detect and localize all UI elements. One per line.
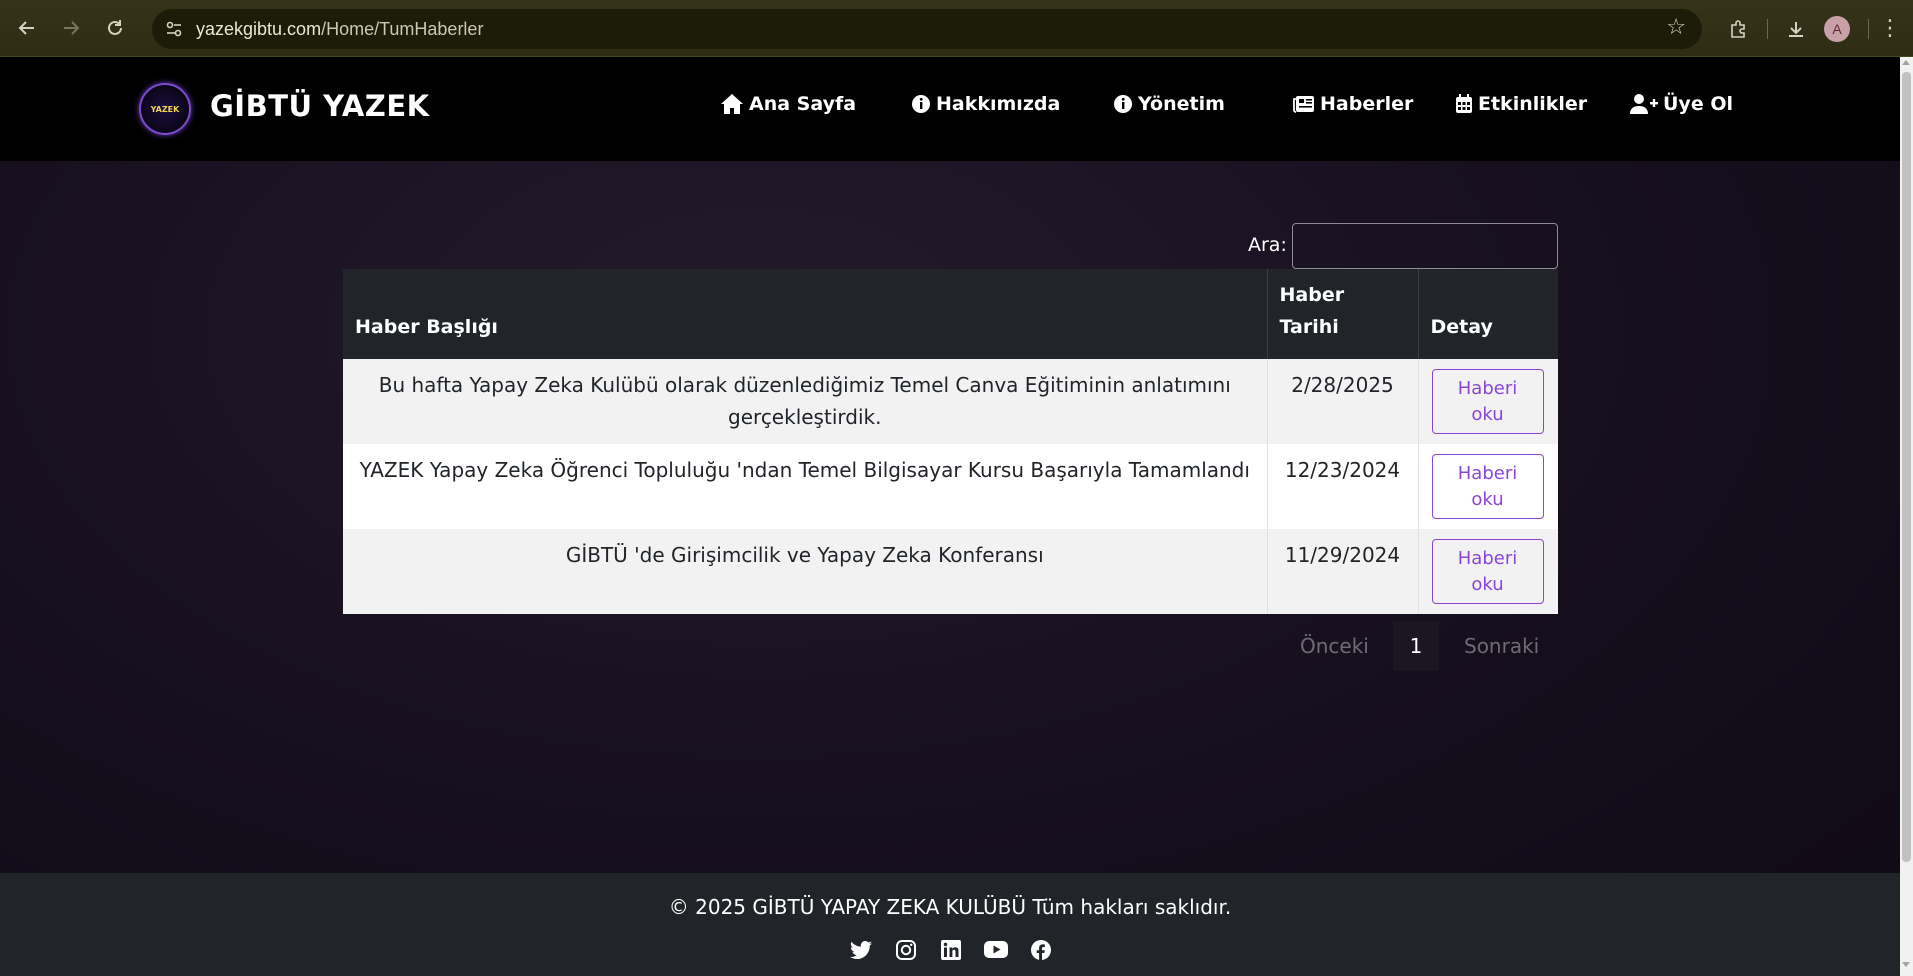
twitter-icon[interactable] <box>848 937 873 962</box>
address-bar[interactable]: yazekgibtu.com/Home/TumHaberler ☆ <box>152 9 1702 49</box>
detail-cell: Haberi oku <box>1418 529 1558 614</box>
read-news-label-2: oku <box>1471 573 1504 595</box>
column-header-date[interactable]: Haber Tarihi <box>1267 269 1419 359</box>
nav-news-label: Haberler <box>1320 93 1414 115</box>
news-date: 11/29/2024 <box>1267 529 1419 614</box>
profile-avatar[interactable]: A <box>1824 15 1850 42</box>
table-row: Bu hafta Yapay Zeka Kulübü olarak düzenl… <box>343 359 1558 444</box>
read-news-button[interactable]: Haberi oku <box>1431 539 1544 604</box>
column-header-detail[interactable]: Detay <box>1418 269 1558 359</box>
pagination-previous[interactable]: Önceki <box>1300 634 1369 658</box>
social-links <box>848 937 1053 962</box>
table-header-row: Haber Başlığı Haber Tarihi Detay <box>343 269 1558 359</box>
facebook-icon[interactable] <box>1028 937 1053 962</box>
info-circle-icon <box>1114 95 1132 113</box>
browser-toolbar: yazekgibtu.com/Home/TumHaberler ☆ A ⋮ <box>0 0 1913 57</box>
brand-title[interactable]: GİBTÜ YAZEK <box>210 89 430 123</box>
read-news-button[interactable]: Haberi oku <box>1431 369 1544 434</box>
news-title: YAZEK Yapay Zeka Öğrenci Topluluğu 'ndan… <box>343 444 1268 529</box>
forward-button[interactable] <box>49 6 93 50</box>
search-label: Ara: <box>1248 234 1287 256</box>
menu-kebab-icon[interactable]: ⋮ <box>1875 16 1905 41</box>
nav-events-label: Etkinlikler <box>1478 93 1588 115</box>
site-info-icon[interactable] <box>158 13 190 45</box>
info-circle-icon <box>912 95 930 113</box>
scroll-down-arrow-icon[interactable] <box>1902 962 1910 967</box>
browser-actions: A ⋮ <box>1717 0 1913 57</box>
nav-about[interactable]: Hakkımızda <box>911 93 1060 115</box>
read-news-label-1: Haberi <box>1457 462 1518 484</box>
scrollbar-thumb[interactable] <box>1902 72 1911 862</box>
url-host: yazekgibtu.com <box>196 18 322 39</box>
read-news-label-1: Haberi <box>1457 547 1518 569</box>
calendar-icon <box>1456 94 1472 113</box>
downloads-button[interactable] <box>1774 7 1818 51</box>
news-date: 12/23/2024 <box>1267 444 1419 529</box>
read-news-label-1: Haberi <box>1457 377 1518 399</box>
back-button[interactable] <box>5 6 49 50</box>
instagram-icon[interactable] <box>893 937 918 962</box>
user-plus-icon <box>1630 94 1658 114</box>
nav-signup-label: Üye Ol <box>1663 93 1733 115</box>
nav-events[interactable]: Etkinlikler <box>1455 93 1587 115</box>
home-icon <box>721 94 743 114</box>
news-table: Haber Başlığı Haber Tarihi Detay Bu hafta… <box>343 269 1558 614</box>
toolbar-divider <box>1767 18 1768 39</box>
nav-management-label: Yönetim <box>1138 93 1225 115</box>
logo-text: YAZEK <box>150 104 180 114</box>
extensions-button[interactable] <box>1717 7 1761 51</box>
newspaper-icon <box>1293 96 1314 113</box>
detail-cell: Haberi oku <box>1418 359 1558 444</box>
url-text: yazekgibtu.com/Home/TumHaberler <box>196 19 483 40</box>
table-row: GİBTÜ 'de Girişimcilik ve Yapay Zeka Kon… <box>343 529 1558 614</box>
detail-cell: Haberi oku <box>1418 444 1558 529</box>
url-path: /Home/TumHaberler <box>321 18 484 39</box>
scroll-up-arrow-icon[interactable] <box>1902 60 1910 65</box>
club-logo[interactable]: YAZEK <box>139 83 191 135</box>
nav-home[interactable]: Ana Sayfa <box>720 93 856 115</box>
toolbar-divider <box>1868 18 1869 39</box>
table-row: YAZEK Yapay Zeka Öğrenci Topluluğu 'ndan… <box>343 444 1558 529</box>
arrow-left-icon <box>18 21 34 35</box>
pagination-next[interactable]: Sonraki <box>1464 634 1539 658</box>
reload-icon <box>108 20 122 35</box>
youtube-icon[interactable] <box>983 937 1008 962</box>
site-footer: © 2025 GİBTÜ YAPAY ZEKA KULÜBÜ Tüm hakla… <box>0 873 1900 976</box>
linkedin-icon[interactable] <box>938 937 963 962</box>
nav-home-label: Ana Sayfa <box>749 93 857 115</box>
read-news-label-2: oku <box>1471 403 1504 425</box>
search-input[interactable] <box>1292 223 1558 269</box>
nav-about-label: Hakkımızda <box>936 93 1061 115</box>
column-header-date-line2: Tarihi <box>1279 316 1339 338</box>
web-page: YAZEK GİBTÜ YAZEK Ana Sayfa Hakkımızda Y… <box>0 57 1900 976</box>
news-title: Bu hafta Yapay Zeka Kulübü olarak düzenl… <box>343 359 1268 444</box>
bookmark-star-icon[interactable]: ☆ <box>1666 15 1686 40</box>
reload-button[interactable] <box>93 6 137 50</box>
puzzle-icon <box>1731 19 1745 38</box>
pagination-page-1[interactable]: 1 <box>1393 621 1439 671</box>
nav-news[interactable]: Haberler <box>1293 93 1413 115</box>
news-date: 2/28/2025 <box>1267 359 1419 444</box>
read-news-label-2: oku <box>1471 488 1504 510</box>
news-title: GİBTÜ 'de Girişimcilik ve Yapay Zeka Kon… <box>343 529 1268 614</box>
column-header-date-line1: Haber <box>1279 284 1345 306</box>
read-news-button[interactable]: Haberi oku <box>1431 454 1544 519</box>
download-icon <box>1789 21 1803 37</box>
arrow-right-icon <box>64 21 80 35</box>
site-header: YAZEK GİBTÜ YAZEK Ana Sayfa Hakkımızda Y… <box>0 57 1900 161</box>
column-header-title[interactable]: Haber Başlığı <box>343 269 1268 359</box>
copyright-text: © 2025 GİBTÜ YAPAY ZEKA KULÜBÜ Tüm hakla… <box>668 895 1232 919</box>
nav-signup[interactable]: Üye Ol <box>1630 93 1733 115</box>
nav-management[interactable]: Yönetim <box>1113 93 1225 115</box>
